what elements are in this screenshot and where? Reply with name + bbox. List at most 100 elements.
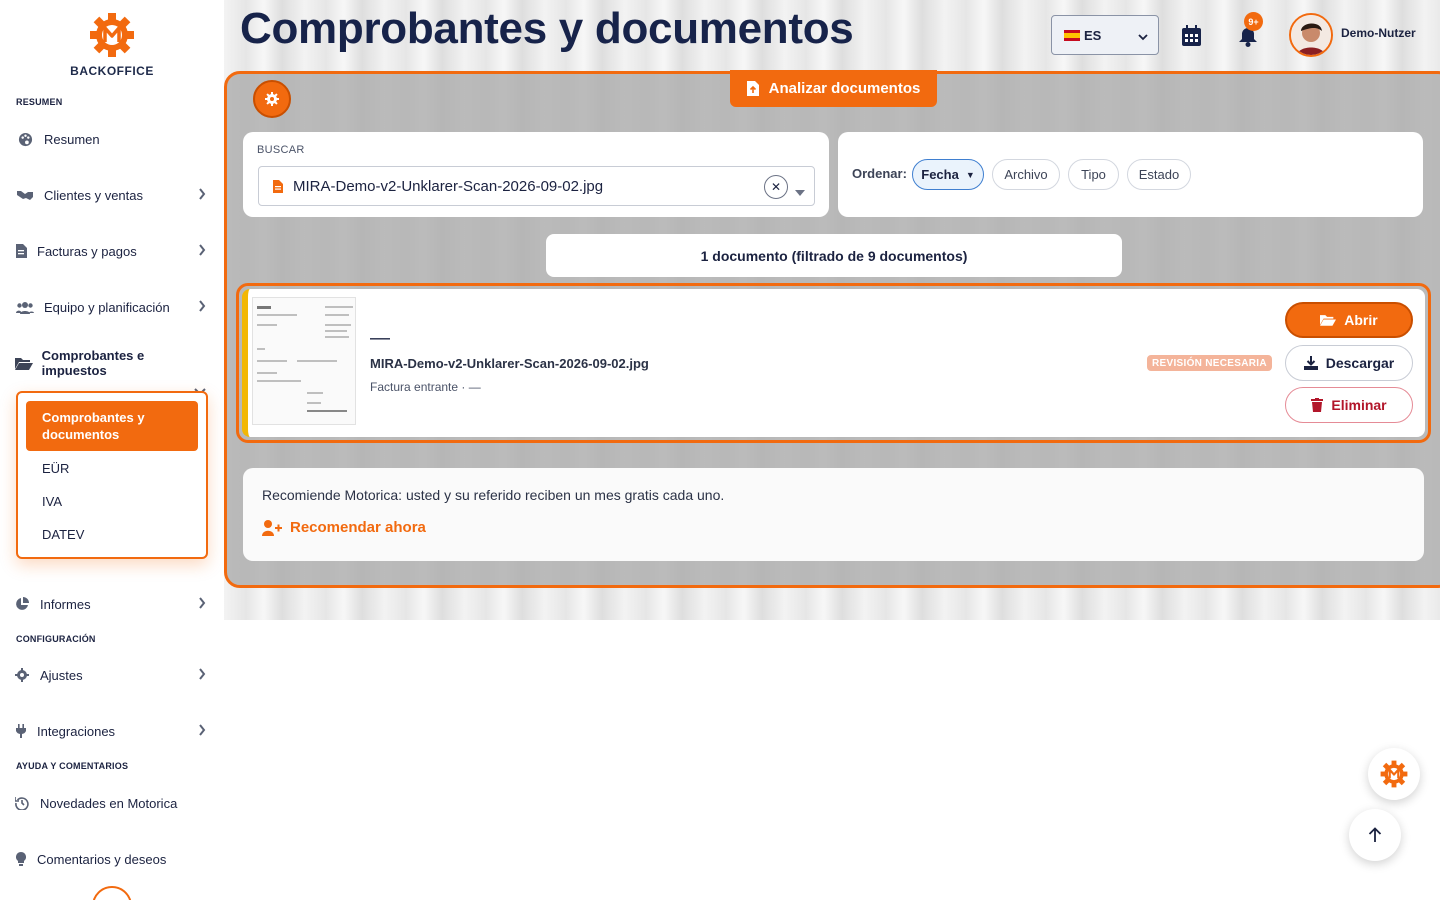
sort-chip-estado[interactable]: Estado xyxy=(1127,159,1191,190)
document-card[interactable]: — MIRA-Demo-v2-Unklarer-Scan-2026-09-02.… xyxy=(242,289,1425,437)
download-icon xyxy=(1303,356,1318,370)
referral-text: Recomiende Motorica: usted y su referido… xyxy=(262,487,725,503)
plug-icon xyxy=(14,724,28,738)
chevron-right-icon xyxy=(198,244,206,259)
sidebar-item-clientes[interactable]: Clientes y ventas xyxy=(14,181,210,209)
sidebar-item-ajustes[interactable]: Ajustes xyxy=(14,661,210,689)
chevron-right-icon xyxy=(198,597,206,612)
gear-icon xyxy=(265,92,279,106)
status-badge: REVISIÓN NECESARIA xyxy=(1147,355,1272,371)
users-icon xyxy=(14,301,36,314)
sidebar-item-label: Comentarios y deseos xyxy=(37,851,167,867)
referral-card: Recomiende Motorica: usted y su referido… xyxy=(243,468,1424,561)
open-button[interactable]: Abrir xyxy=(1285,302,1413,338)
notification-badge: 9+ xyxy=(1244,12,1263,31)
calendar-icon[interactable] xyxy=(1182,25,1201,51)
caret-down-icon: ▼ xyxy=(965,169,975,180)
sidebar-item-label: Clientes y ventas xyxy=(44,187,143,203)
submenu-comprobantes: Comprobantes y documentos EÜR IVA DATEV xyxy=(16,391,208,559)
motorica-logo-icon xyxy=(90,13,134,57)
document-filename: MIRA-Demo-v2-Unklarer-Scan-2026-09-02.jp… xyxy=(370,356,649,371)
referral-link-label: Recomendar ahora xyxy=(290,519,426,536)
sidebar-item-comentarios[interactable]: Comentarios y deseos xyxy=(14,845,210,873)
language-select[interactable]: ES xyxy=(1051,15,1159,55)
trash-icon xyxy=(1311,398,1324,412)
help-button[interactable] xyxy=(92,886,132,900)
chevron-right-icon xyxy=(198,724,206,739)
referral-link[interactable]: Recomendar ahora xyxy=(262,519,426,536)
sort-chip-fecha[interactable]: Fecha ▼ xyxy=(912,159,984,190)
sidebar-item-informes[interactable]: Informes xyxy=(14,590,210,618)
clear-search-button[interactable]: ✕ xyxy=(764,175,788,199)
folder-open-icon xyxy=(1320,314,1337,326)
sort-chip-tipo[interactable]: Tipo xyxy=(1068,159,1119,190)
submenu-item-datev[interactable]: DATEV xyxy=(42,527,84,542)
sidebar-item-facturas[interactable]: Facturas y pagos xyxy=(14,237,210,265)
scroll-to-top-button[interactable] xyxy=(1349,809,1401,861)
sidebar-item-resumen[interactable]: Resumen xyxy=(14,125,210,153)
download-label: Descargar xyxy=(1325,355,1395,371)
invoice-icon xyxy=(14,244,28,258)
history-icon xyxy=(14,796,30,810)
chevron-right-icon xyxy=(198,300,206,315)
folder-open-icon xyxy=(14,357,34,370)
file-icon xyxy=(273,179,283,193)
caret-down-icon[interactable] xyxy=(795,183,805,200)
logo[interactable]: BACKOFFICE xyxy=(0,12,224,78)
chevron-down-icon xyxy=(1138,29,1148,44)
chevron-right-icon xyxy=(198,188,206,203)
document-subtitle: Factura entrante · — xyxy=(370,380,481,394)
spain-flag-icon xyxy=(1064,29,1080,41)
sidebar-item-label: Resumen xyxy=(44,131,100,147)
download-button[interactable]: Descargar xyxy=(1285,345,1413,381)
sidebar-item-label: Ajustes xyxy=(40,667,83,683)
sort-card: Ordenar: Fecha ▼ Archivo Tipo Estado xyxy=(838,132,1423,217)
sidebar-item-equipo[interactable]: Equipo y planificación xyxy=(14,293,210,321)
user-plus-icon xyxy=(262,519,282,536)
sidebar-item-label: Novedades en Motorica xyxy=(40,795,178,811)
sidebar-item-comprobantes[interactable]: Comprobantes e impuestos xyxy=(14,348,210,378)
document-thumbnail[interactable] xyxy=(252,297,356,425)
section-label-ayuda: AYUDA Y COMENTARIOS xyxy=(16,761,129,771)
submenu-item-iva[interactable]: IVA xyxy=(42,494,62,509)
language-value: ES xyxy=(1084,27,1102,43)
analyze-documents-button[interactable]: Analizar documentos xyxy=(730,70,937,107)
result-count: 1 documento (filtrado de 9 documentos) xyxy=(546,234,1122,277)
analyze-documents-label: Analizar documentos xyxy=(768,80,921,97)
open-label: Abrir xyxy=(1344,312,1378,328)
submenu-item-eur[interactable]: EÜR xyxy=(42,461,69,476)
sidebar-item-label: Comprobantes e impuestos xyxy=(41,348,145,378)
avatar[interactable] xyxy=(1289,13,1333,57)
file-upload-icon xyxy=(746,81,759,96)
gear-icon xyxy=(14,668,30,682)
lightbulb-icon xyxy=(14,852,28,866)
page-title: Comprobantes y documentos xyxy=(240,4,854,53)
section-label-configuracion: CONFIGURACIÓN xyxy=(16,634,96,644)
section-label-resumen: RESUMEN xyxy=(16,97,63,107)
chevron-right-icon xyxy=(198,668,206,683)
sidebar-item-label: Informes xyxy=(40,596,91,612)
search-value: MIRA-Demo-v2-Unklarer-Scan-2026-09-02.jp… xyxy=(293,177,604,195)
delete-button[interactable]: Eliminar xyxy=(1285,387,1413,423)
arrow-up-icon xyxy=(1368,827,1382,842)
document-title: — xyxy=(370,327,390,349)
handshake-icon xyxy=(14,188,36,202)
search-card: BUSCAR MIRA-Demo-v2-Unklarer-Scan-2026-0… xyxy=(243,132,829,217)
user-name[interactable]: Demo-Nutzer xyxy=(1341,26,1416,40)
sort-chip-label: Fecha xyxy=(921,167,959,182)
settings-button[interactable] xyxy=(253,80,291,118)
sidebar-item-label: Equipo y planificación xyxy=(44,299,170,315)
search-label: BUSCAR xyxy=(257,144,305,156)
motorica-logo-icon xyxy=(1380,760,1408,788)
pie-chart-icon xyxy=(14,597,30,611)
sidebar-item-label: Integraciones xyxy=(37,723,116,739)
sidebar-item-novedades[interactable]: Novedades en Motorica xyxy=(14,789,210,817)
search-input[interactable]: MIRA-Demo-v2-Unklarer-Scan-2026-09-02.jp… xyxy=(258,166,815,206)
sidebar-item-label: Facturas y pagos xyxy=(37,243,137,259)
sort-chip-archivo[interactable]: Archivo xyxy=(992,159,1060,190)
motorica-assistant-button[interactable] xyxy=(1368,748,1420,800)
submenu-item-documentos[interactable]: Comprobantes y documentos xyxy=(26,401,198,451)
sidebar-item-integraciones[interactable]: Integraciones xyxy=(14,717,210,745)
delete-label: Eliminar xyxy=(1331,397,1387,413)
palette-icon xyxy=(14,132,36,147)
